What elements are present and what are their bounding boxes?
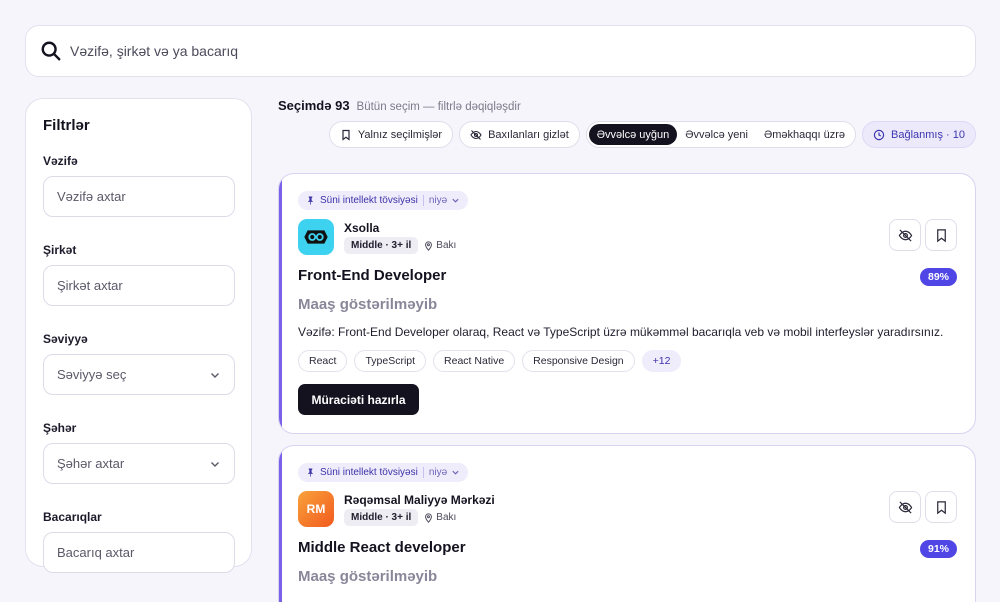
why-label: niyə — [428, 195, 448, 206]
save-job-button[interactable] — [925, 219, 957, 251]
filter-label-company: Şirkət — [43, 243, 77, 257]
prepare-application-button[interactable]: Müraciəti hazırla — [298, 384, 419, 415]
pin-icon — [307, 196, 314, 205]
results-toolbar: Yalnız seçilmişlər Baxılanları gizlət Əv… — [328, 121, 976, 148]
filters-panel: Filtrlər Vəzifə Vəzifə axtar Şirkət Şirk… — [25, 98, 252, 573]
city-placeholder: Şəhər axtar — [57, 456, 125, 471]
company-placeholder: Şirkət axtar — [57, 278, 123, 293]
chevron-down-icon — [211, 461, 219, 467]
job-meta: Middle · 3+ il Bakı — [344, 237, 456, 254]
eye-off-icon — [898, 500, 912, 514]
location: Bakı — [424, 512, 456, 523]
why-label: niyə — [428, 467, 448, 478]
divider — [422, 195, 424, 206]
level-badge: Middle · 3+ il — [344, 237, 419, 254]
pin-icon — [307, 468, 314, 477]
chevron-down-icon — [211, 372, 219, 378]
location: Bakı — [424, 240, 456, 251]
eye-off-icon — [898, 228, 912, 242]
hide-job-button[interactable] — [889, 219, 921, 251]
results-count: Seçimdə 93 — [278, 98, 350, 113]
job-card[interactable]: Süni intellekt tövsiyəsi niyə Xsolla Mid… — [278, 173, 976, 434]
bookmark-icon — [936, 228, 946, 242]
sort-option-relevant[interactable]: Əvvəlcə uyğun — [588, 124, 678, 145]
search-icon — [41, 41, 61, 61]
search-input[interactable]: Vəzifə, şirkət və ya bacarıq — [70, 43, 238, 59]
filter-label-city: Şəhər — [43, 421, 77, 435]
skills-placeholder: Bacarıq axtar — [57, 545, 135, 560]
sort-segmented-control: Əvvəlcə uyğun Əvvəlcə yeni Əməkhaqqı üzr… — [585, 121, 857, 148]
clock-icon — [873, 129, 885, 140]
bookmark-icon — [342, 129, 350, 141]
company-input[interactable]: Şirkət axtar — [43, 265, 235, 306]
save-job-button[interactable] — [925, 491, 957, 523]
position-placeholder: Vəzifə axtar — [57, 189, 126, 204]
ai-label: Süni intellekt tövsiyəsi — [320, 195, 418, 206]
hide-job-button[interactable] — [889, 491, 921, 523]
level-badge: Middle · 3+ il — [344, 509, 419, 526]
filter-label-skills: Bacarıqlar — [43, 510, 102, 524]
sort-option-salary[interactable]: Əməkhaqqı üzrə — [756, 124, 853, 145]
divider — [422, 467, 424, 478]
filter-label-position: Vəzifə — [43, 154, 78, 168]
company-name[interactable]: Xsolla — [344, 221, 379, 235]
ai-recommendation-badge[interactable]: Süni intellekt tövsiyəsi niyə — [298, 191, 469, 210]
match-badge: 91% — [919, 540, 957, 558]
job-description: Vəzifə: Front-End Developer olaraq, Reac… — [298, 325, 944, 339]
bookmark-icon — [936, 500, 946, 514]
chevron-down-icon — [452, 470, 459, 475]
ai-recommendation-badge[interactable]: Süni intellekt tövsiyəsi niyə — [298, 463, 469, 482]
map-pin-icon — [425, 240, 433, 251]
salary: Maaş göstərilməyib — [298, 568, 438, 585]
position-input[interactable]: Vəzifə axtar — [43, 176, 235, 217]
job-title[interactable]: Front-End Developer — [298, 267, 446, 284]
hide-viewed-label: Baxılanları gizlət — [488, 128, 569, 141]
company-logo: RM — [298, 491, 334, 527]
results-header: Seçimdə 93 Bütün seçim — filtrlə dəqiqlə… — [278, 98, 521, 113]
filters-title: Filtrlər — [43, 117, 90, 134]
skills-input[interactable]: Bacarıq axtar — [43, 532, 235, 573]
only-selected-label: Yalnız seçilmişlər — [357, 128, 443, 141]
skill-tag[interactable]: React — [298, 350, 348, 372]
city-select[interactable]: Şəhər axtar — [43, 443, 235, 484]
hide-viewed-toggle[interactable]: Baxılanları gizlət — [459, 121, 580, 148]
skill-tag[interactable]: React Native — [433, 350, 516, 372]
sort-option-newest[interactable]: Əvvəlcə yeni — [677, 124, 756, 145]
salary: Maaş göstərilməyib — [298, 296, 438, 313]
more-skills-tag[interactable]: +12 — [641, 350, 682, 372]
xsolla-logo-icon — [304, 230, 328, 244]
results-hint: Bütün seçim — filtrlə dəqiqləşdir — [356, 101, 521, 113]
eye-off-icon — [470, 129, 482, 140]
match-badge: 89% — [919, 268, 957, 286]
chevron-down-icon — [452, 198, 459, 203]
ai-label: Süni intellekt tövsiyəsi — [320, 467, 418, 478]
why-toggle[interactable]: niyə — [429, 467, 460, 478]
skill-tag[interactable]: Responsive Design — [522, 350, 635, 372]
map-pin-icon — [425, 512, 433, 523]
location-text: Bakı — [436, 512, 457, 523]
skill-tag[interactable]: TypeScript — [354, 350, 427, 372]
job-card[interactable]: Süni intellekt tövsiyəsi niyə RM Rəqəmsa… — [278, 445, 976, 602]
level-select[interactable]: Səviyyə seç — [43, 354, 235, 395]
company-name[interactable]: Rəqəmsal Maliyyə Mərkəzi — [344, 493, 495, 507]
linked-label: Bağlanmış · 10 — [891, 128, 965, 141]
location-text: Bakı — [436, 240, 457, 251]
search-bar[interactable]: Vəzifə, şirkət və ya bacarıq — [25, 25, 976, 77]
job-title[interactable]: Middle React developer — [298, 539, 466, 556]
level-placeholder: Səviyyə seç — [57, 367, 127, 382]
only-selected-toggle[interactable]: Yalnız seçilmişlər — [328, 121, 454, 148]
job-meta: Middle · 3+ il Bakı — [344, 509, 456, 526]
why-toggle[interactable]: niyə — [429, 195, 460, 206]
skills-list: React TypeScript React Native Responsive… — [298, 350, 682, 372]
filter-label-level: Səviyyə — [43, 332, 88, 346]
linked-button[interactable]: Bağlanmış · 10 — [862, 121, 976, 148]
company-logo — [298, 219, 334, 255]
